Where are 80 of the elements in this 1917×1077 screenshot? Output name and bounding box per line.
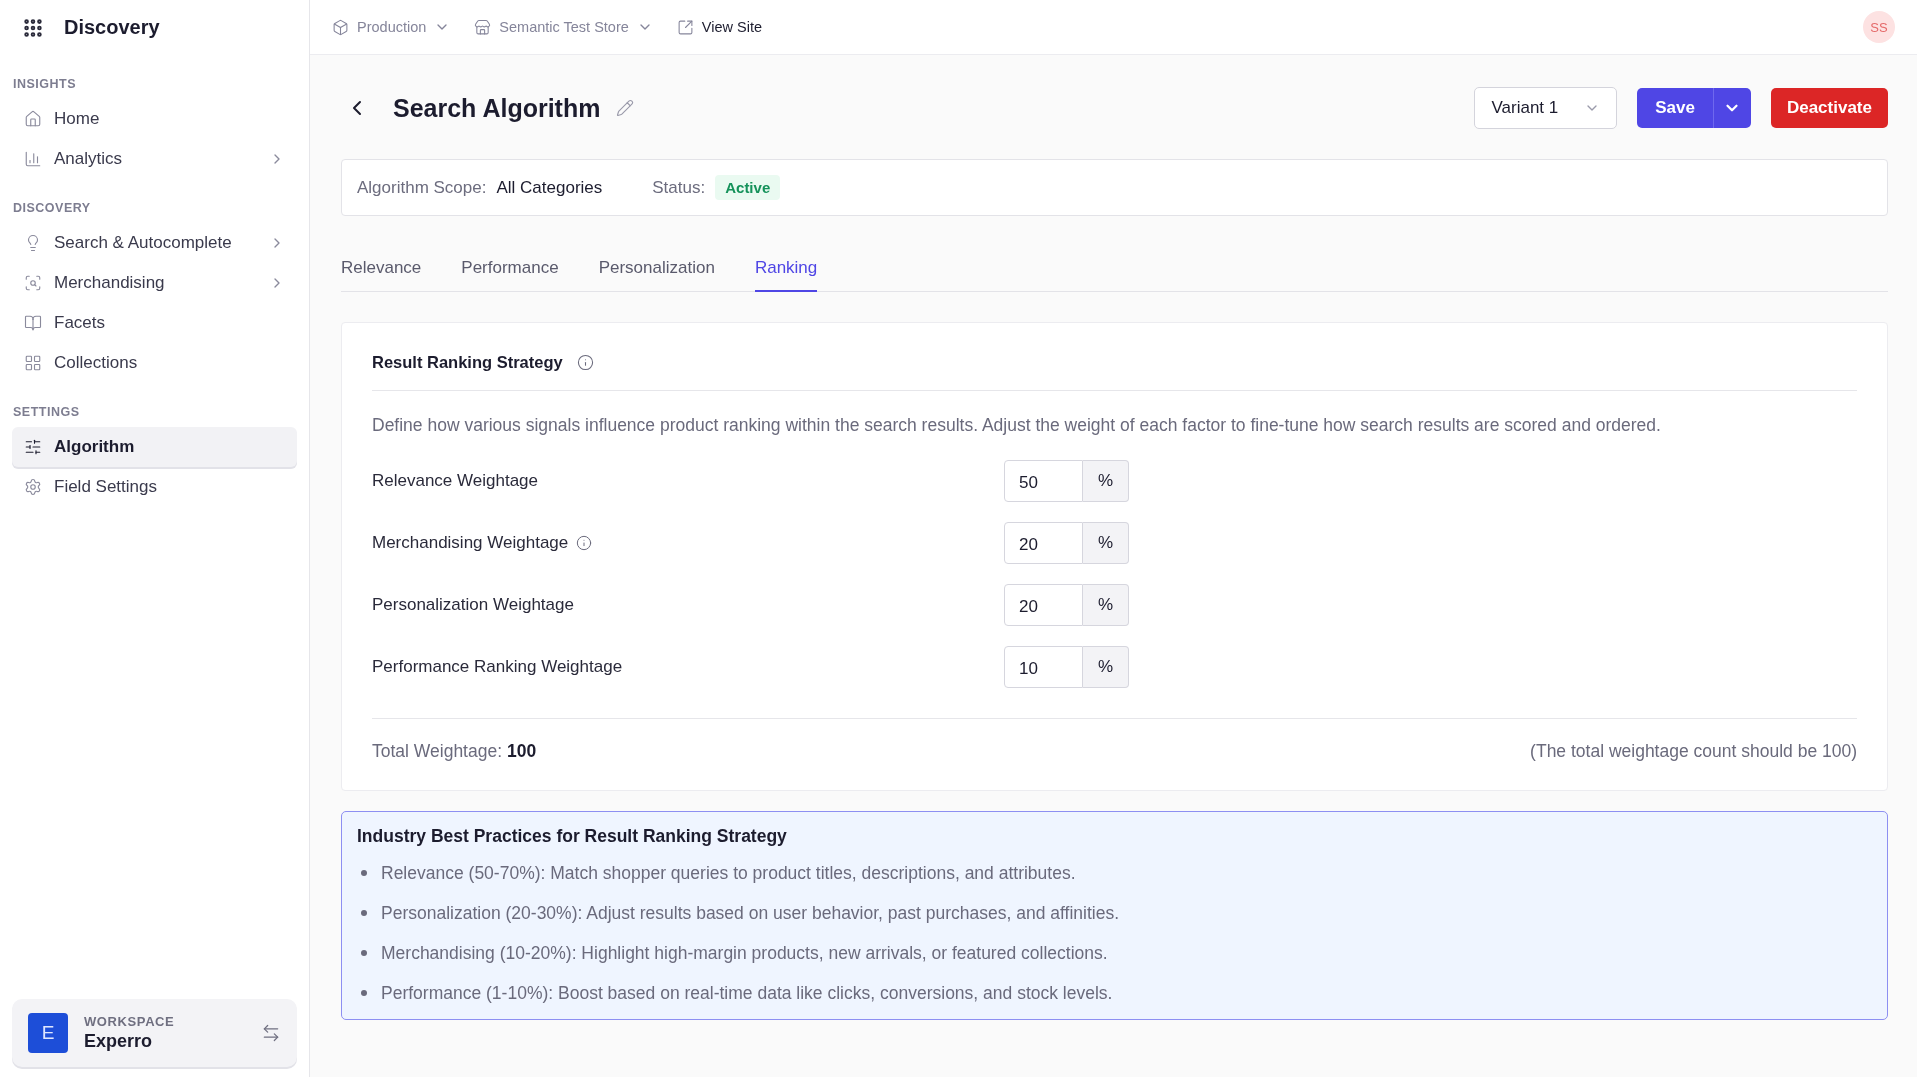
weight-input[interactable]: 10 (1004, 646, 1083, 688)
workspace-switcher[interactable]: E WORKSPACE Experro (12, 999, 297, 1067)
nav-label: Facets (54, 313, 107, 333)
status-badge: Active (715, 175, 781, 200)
weight-input[interactable]: 20 (1004, 522, 1083, 564)
bar-chart-icon (24, 150, 42, 168)
store-dropdown[interactable]: Semantic Test Store (474, 18, 653, 36)
nav-item[interactable]: Field Settings (12, 467, 297, 507)
nav-item[interactable]: Collections (12, 343, 297, 383)
sliders-icon (24, 438, 42, 456)
nav-label: Algorithm (54, 437, 136, 457)
info-icon[interactable] (576, 354, 594, 371)
page-title: Search Algorithm (393, 93, 601, 123)
store-icon (474, 18, 492, 36)
deactivate-button[interactable]: Deactivate (1770, 88, 1888, 128)
settings-icon (24, 478, 42, 496)
nav-label: Analytics (54, 149, 124, 169)
field-label: Relevance Weightage (372, 471, 538, 491)
nav-label: Collections (54, 353, 139, 373)
unit-addon: % (1083, 460, 1129, 502)
total-weightage: Total Weightage: 100 (372, 741, 537, 762)
save-options-button[interactable] (1712, 88, 1751, 128)
panel-title: Industry Best Practices for Result Ranking Strategy (357, 826, 788, 847)
nav-label: Merchandising (54, 273, 166, 293)
app-title: Discovery (64, 16, 160, 39)
external-link-icon (676, 18, 694, 36)
info-icon[interactable] (576, 535, 593, 551)
nav-label: Field Settings (54, 477, 158, 497)
environment-dropdown[interactable]: Production (332, 18, 451, 36)
workspace-label: WORKSPACE (84, 1014, 176, 1029)
section-heading: INSIGHTS (12, 76, 78, 93)
home-icon (24, 110, 42, 128)
tab[interactable]: Personalization (598, 258, 715, 292)
scope-value: All Categories (496, 177, 603, 198)
nav-item[interactable]: Merchandising (12, 263, 297, 303)
workspace-name: Experro (84, 1031, 154, 1052)
tip-text: Personalization (20-30%): Adjust results based on user behavior, past purchases, and affinities. (381, 902, 1120, 924)
tip-text: Merchandising (10-20%): Highlight high-margin products, new arrivals, or featured collections. (381, 942, 1108, 964)
card-description: Define how various signals influence product ranking within the search results. Adjust the weight of each factor to fine-tune how search results are scored and ordered. (372, 415, 1662, 436)
weight-input[interactable]: 50 (1004, 460, 1083, 502)
tip-text: Relevance (50-70%): Match shopper queries to product titles, descriptions, and attributes. (381, 862, 1076, 884)
workspace-avatar: E (28, 1013, 68, 1053)
save-button[interactable]: Save (1637, 88, 1713, 128)
book-icon (24, 314, 42, 332)
unit-addon: % (1083, 646, 1129, 688)
nav-item[interactable]: Facets (12, 303, 297, 343)
tip-text: Performance (1-10%): Boost based on real-time data like clicks, conversions, and stock levels. (381, 982, 1113, 1004)
pencil-icon[interactable] (616, 99, 635, 117)
search-chart-icon (24, 274, 42, 292)
nav-item[interactable]: Home (12, 99, 297, 139)
unit-addon: % (1083, 584, 1129, 626)
grid-icon (24, 354, 42, 372)
swap-icon[interactable] (261, 1023, 281, 1043)
nav-label: Home (54, 109, 101, 129)
nav-item[interactable]: Algorithm (12, 427, 297, 467)
section-heading: SETTINGS (12, 404, 81, 421)
unit-addon: % (1083, 522, 1129, 564)
weight-input[interactable]: 20 (1004, 584, 1083, 626)
field-label: Performance Ranking Weightage (372, 657, 623, 677)
field-label: Personalization Weightage (372, 595, 574, 615)
scope-label: Algorithm Scope: (357, 177, 487, 198)
bullet-icon (361, 990, 367, 996)
nav-item[interactable]: Search & Autocomplete (12, 223, 297, 263)
card-title: Result Ranking Strategy (372, 353, 563, 372)
nav-item[interactable]: Analytics (12, 139, 297, 179)
bullet-icon (361, 870, 367, 876)
app-grid-icon[interactable] (22, 16, 44, 39)
nav-label: Search & Autocomplete (54, 233, 233, 253)
section-heading: DISCOVERY (12, 200, 92, 217)
tab[interactable]: Ranking (754, 258, 818, 292)
status-label: Status: (652, 177, 706, 198)
tab[interactable]: Relevance (341, 258, 422, 292)
bullet-icon (361, 910, 367, 916)
tab[interactable]: Performance (461, 258, 559, 292)
total-note: (The total weightage count should be 100) (1530, 741, 1857, 762)
view-site-link[interactable]: View Site (676, 18, 762, 36)
variant-dropdown[interactable]: Variant 1 (1474, 87, 1618, 129)
bullet-icon (361, 950, 367, 956)
field-label: Merchandising Weightage (372, 533, 569, 553)
cube-icon (332, 18, 349, 36)
